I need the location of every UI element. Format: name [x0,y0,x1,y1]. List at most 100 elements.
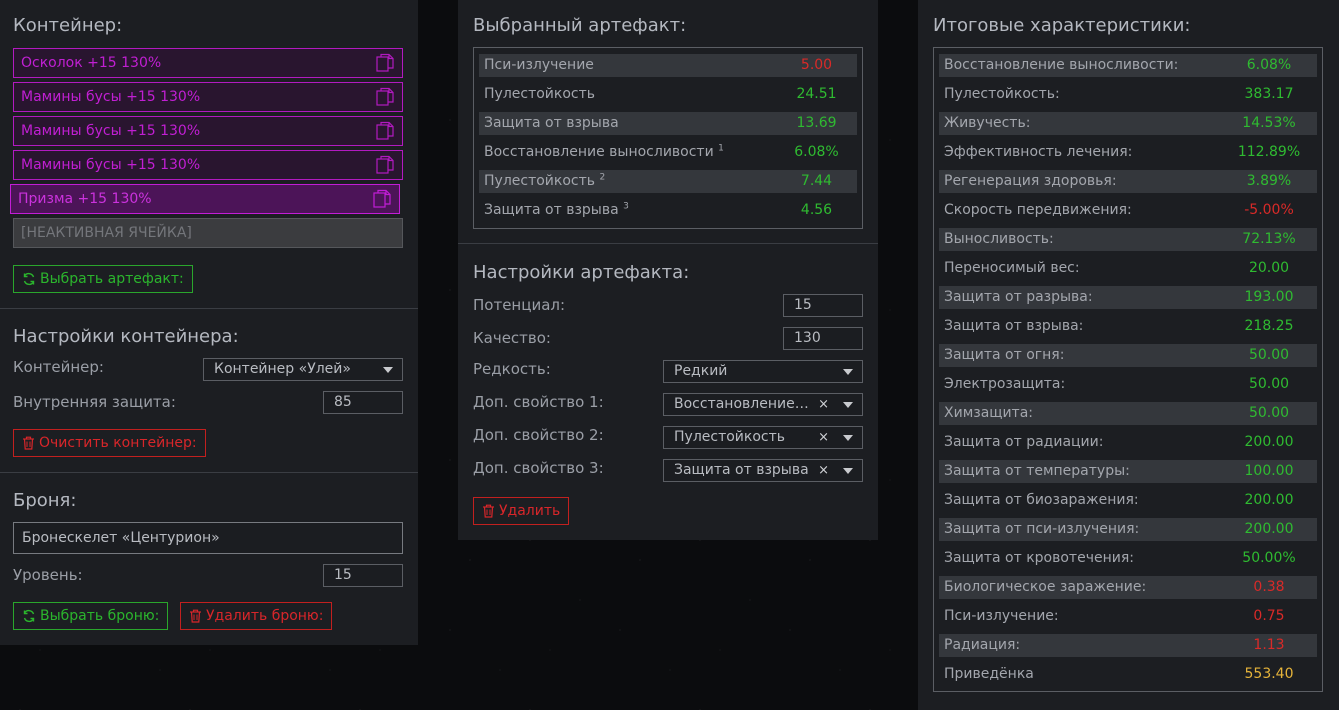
container-label: Контейнер: [13,358,104,376]
extra1-select[interactable]: Восстановление выносливости × [663,393,863,416]
armor-level-label: Уровень: [13,566,83,584]
row-value: 200.00 [1244,521,1294,537]
row-value: 7.44 [800,173,833,189]
extra3-select[interactable]: Защита от взрыва × [663,459,863,482]
extra2-select[interactable]: Пулестойкость × [663,426,863,449]
clear-container-label: Очистить контейнер: [39,435,197,451]
row-label: Защита от огня: [944,347,1065,363]
container-title: Контейнер: [13,15,123,36]
copy-icon[interactable] [375,155,395,175]
delete-artifact-label: Удалить [499,503,561,519]
copy-icon[interactable] [375,87,395,107]
row-label: Защита от кровотечения: [944,550,1134,566]
quality-input[interactable]: 130 [783,327,863,350]
slot-label: Мамины бусы +15 130% [21,123,201,139]
row-label: Скорость передвижения: [944,202,1132,218]
table-row: Живучесть: 14.53% [939,112,1317,135]
container-slot-2[interactable]: Мамины бусы +15 130% [13,82,403,112]
table-row: Защита от радиации: 200.00 [939,431,1317,454]
row-value: 200.00 [1244,434,1294,450]
rarity-select[interactable]: Редкий [663,360,863,383]
table-row: Радиация: 1.13 [939,634,1317,657]
row-value: 50.00 [1248,405,1290,421]
container-slot-3[interactable]: Мамины бусы +15 130% [13,116,403,146]
copy-icon[interactable] [375,121,395,141]
row-label: Защита от взрыва [484,115,619,131]
delete-armor-button[interactable]: Удалить броню: [180,602,333,630]
row-value: 383.17 [1244,86,1294,102]
slot-label: Призма +15 130% [18,191,152,207]
row-sup: 2 [599,172,606,183]
slot-label: Мамины бусы +15 130% [21,157,201,173]
row-label: Защита от пси-излучения: [944,521,1140,537]
divider [0,472,418,473]
table-row: Пулестойкость: 383.17 [939,83,1317,106]
select-artifact-button[interactable]: Выбрать артефакт: [13,265,193,293]
row-label: Пси-излучение: [944,608,1059,624]
extra3-label: Доп. свойство 3: [473,459,604,477]
table-row: Пси-излучение: 0.75 [939,605,1317,628]
row-label: Защита от взрыва [484,202,619,218]
container-slot-1[interactable]: Осколок +15 130% [13,48,403,78]
delete-armor-label: Удалить броню: [206,608,324,624]
totals-table: Восстановление выносливости: 6.08% Пулесто… [933,47,1323,692]
row-value: 50.00 [1248,376,1290,392]
armor-level-input[interactable]: 15 [323,564,403,587]
container-select[interactable]: Контейнер «Улей» [203,358,403,381]
table-row: Защита от пси-излучения: 200.00 [939,518,1317,541]
table-row: Регенерация здоровья: 3.89% [939,170,1317,193]
table-row: Химзащита: 50.00 [939,402,1317,425]
row-label: Выносливость: [944,231,1054,247]
table-row: Защита от взрыва 3 4.56 [479,199,857,222]
row-value: 200.00 [1244,492,1294,508]
chevron-down-icon [843,402,853,408]
divider [458,243,878,244]
table-row: Защита от взрыва 13.69 [479,112,857,135]
clear-icon[interactable]: × [818,427,829,448]
potential-input[interactable]: 15 [783,294,863,317]
row-sup: 1 [718,143,724,154]
table-row: Защита от разрыва: 193.00 [939,286,1317,309]
table-row: Восстановление выносливости 1 6.08% [479,141,857,164]
table-row: Электрозащита: 50.00 [939,373,1317,396]
copy-icon[interactable] [372,189,392,209]
middle-panel: Выбранный артефакт: Пси-излучение 5.00 П… [458,0,878,540]
select-armor-button[interactable]: Выбрать броню: [13,602,169,630]
chevron-down-icon [843,369,853,375]
copy-icon[interactable] [375,53,395,73]
row-value: 0.38 [1253,579,1285,595]
row-label: Пулестойкость: [944,86,1060,102]
table-row: Восстановление выносливости: 6.08% [939,54,1317,77]
clear-icon[interactable]: × [818,460,829,481]
armor-input[interactable]: Бронескелет «Центурион» [13,522,403,554]
container-slot-4[interactable]: Мамины бусы +15 130% [13,150,403,180]
row-label: Биологическое заражение: [944,579,1147,595]
row-label: Защита от радиации: [944,434,1104,450]
row-label: Химзащита: [944,405,1034,421]
row-value: 50.00% [1242,550,1296,566]
refresh-icon [23,272,35,286]
delete-artifact-button[interactable]: Удалить [473,497,570,525]
row-value: 1.13 [1253,637,1285,653]
clear-icon[interactable]: × [818,394,829,415]
trash-icon [23,436,34,450]
row-value: 4.56 [800,202,833,218]
inner-protection-label: Внутренняя защита: [13,393,176,411]
refresh-icon [23,609,35,623]
inner-protection-input[interactable]: 85 [323,391,403,414]
inactive-slot-label: [НЕАКТИВНАЯ ЯЧЕЙКА] [21,225,192,241]
table-row: Защита от взрыва: 218.25 [939,315,1317,338]
container-slot-inactive: [НЕАКТИВНАЯ ЯЧЕЙКА] [13,218,403,248]
table-row: Выносливость: 72.13% [939,228,1317,251]
row-value: 6.08% [1246,57,1292,73]
row-label: Живучесть: [944,115,1031,131]
row-value: 218.25 [1244,318,1294,334]
table-row: Защита от температуры: 100.00 [939,460,1317,483]
chevron-down-icon [843,468,853,474]
row-value: 14.53% [1242,115,1296,131]
row-label: Восстановление выносливости: [944,57,1179,73]
container-slot-5-selected[interactable]: Призма +15 130% [10,184,400,214]
row-value: 72.13% [1242,231,1296,247]
clear-container-button[interactable]: Очистить контейнер: [13,429,206,457]
row-value: 193.00 [1244,289,1294,305]
